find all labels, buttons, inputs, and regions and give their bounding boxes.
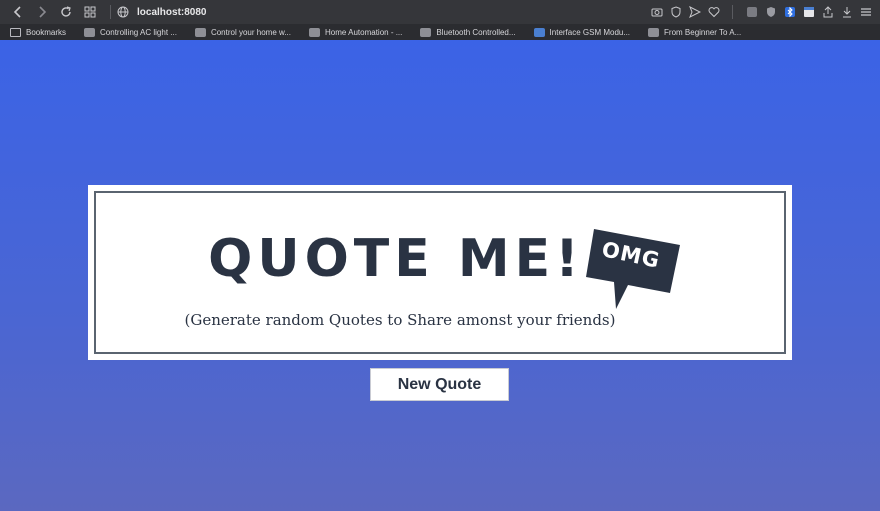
bookmark-item[interactable]: Interface GSM Modu... [533,27,631,37]
send-button[interactable] [688,6,701,19]
shield-button[interactable] [669,6,682,19]
favorite-button[interactable] [707,6,720,19]
chevron-left-icon [13,6,21,18]
extension-3-button[interactable] [802,6,815,19]
bookmark-item[interactable]: Bookmarks [10,27,67,37]
bookmark-item[interactable]: Home Automation - ... [309,27,403,37]
bookmarks-bar: Bookmarks Controlling AC light ... Contr… [0,24,880,40]
bookmark-label: Bookmarks [26,27,67,37]
toolbar-actions [650,5,872,19]
menu-button[interactable] [859,6,872,19]
bookmark-label: Control your home w... [210,27,291,37]
reload-button[interactable] [56,2,76,22]
site-icon [84,27,96,37]
bluetooth-icon [784,6,795,18]
tabs-grid-button[interactable] [80,2,100,22]
omg-badge: OMG [586,227,682,311]
site-icon [648,27,660,37]
bookmark-label: Interface GSM Modu... [549,27,631,37]
bookmark-item[interactable]: From Beginner To A... [648,27,742,37]
extension-shield-icon [766,7,775,17]
send-icon [688,6,701,18]
quote-card-frame: QUOTE ME! OMG (Generate random Quotes to… [94,191,786,354]
extension-2-button[interactable] [764,6,777,19]
camera-button[interactable] [650,6,663,19]
menu-icon [860,8,871,16]
download-icon [842,7,851,18]
bookmark-label: Controlling AC light ... [100,27,177,37]
reload-icon [61,6,71,17]
bookmark-item[interactable]: Controlling AC light ... [84,27,177,37]
toolbar-divider-right [732,5,733,19]
extension-1-button[interactable] [745,6,758,19]
bookmark-item[interactable]: Bluetooth Controlled... [420,27,516,37]
chevron-right-icon [39,6,47,18]
share-icon [823,6,832,18]
heart-icon [708,7,719,18]
shield-icon [671,6,680,18]
globe-icon [117,6,129,18]
share-button[interactable] [821,6,834,19]
site-icon [309,27,320,37]
address-bar[interactable]: localhost:8080 [117,3,206,21]
downloads-button[interactable] [840,6,853,19]
bookmark-item[interactable]: Control your home w... [194,27,291,37]
extension-icon [746,7,757,17]
browser-toolbar: localhost:8080 [0,0,880,24]
site-icon [533,27,545,37]
new-quote-button[interactable]: New Quote [370,368,509,401]
app-subtitle: (Generate random Quotes to Share amonst … [184,311,616,329]
quote-card: QUOTE ME! OMG (Generate random Quotes to… [88,185,792,360]
site-icon [420,27,432,37]
window-icon [803,7,814,17]
page-viewport: QUOTE ME! OMG (Generate random Quotes to… [0,40,880,511]
bookmark-label: From Beginner To A... [664,27,742,37]
site-icon [194,27,206,37]
bluetooth-button[interactable] [783,6,796,19]
grid-icon [84,6,96,18]
url-text: localhost:8080 [137,6,207,18]
bookmark-label: Home Automation - ... [325,27,403,37]
forward-button[interactable] [32,2,52,22]
back-button[interactable] [8,2,28,22]
camera-icon [651,8,662,17]
folder-icon [10,27,21,37]
bookmark-label: Bluetooth Controlled... [436,27,516,37]
toolbar-divider [110,5,111,19]
app-title: QUOTE ME! [208,229,584,289]
